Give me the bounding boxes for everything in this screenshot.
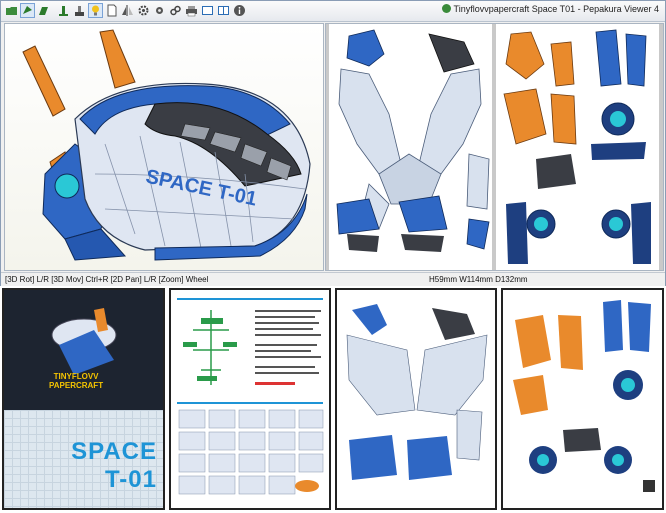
cover-brand: TINYFLOVV PAPERCRAFT: [49, 372, 103, 390]
status-dimensions: H59mm W114mm D132mm: [429, 275, 528, 284]
gear-settings-icon[interactable]: [152, 3, 167, 18]
2d-unfold-pane[interactable]: [325, 23, 664, 271]
cover-brand-line2: PAPERCRAFT: [49, 381, 104, 390]
thumbnail-pattern-sheet-2[interactable]: [501, 288, 664, 510]
pattern-sheet-2: [496, 24, 659, 270]
3d-view-pane[interactable]: SPACE T-01: [4, 23, 324, 271]
cover-brand-line1: TINYFLOVV: [53, 372, 99, 381]
pattern-thumb-2: [513, 300, 655, 492]
info-icon[interactable]: [232, 3, 247, 18]
paint-icon[interactable]: [72, 3, 87, 18]
thumbnail-cover[interactable]: TINYFLOVV PAPERCRAFT SPACE T-01: [2, 288, 165, 510]
cover-title-line1: SPACE: [71, 438, 157, 465]
cover-title-line2: T-01: [104, 466, 157, 493]
spaceship-3d-model[interactable]: SPACE T-01: [5, 24, 323, 270]
thumbnail-instructions[interactable]: [169, 288, 331, 510]
link-icon[interactable]: [168, 3, 183, 18]
pattern-sheet-1: [329, 24, 492, 270]
dual-pane-icon[interactable]: [216, 3, 231, 18]
3d-view-icon[interactable]: [20, 3, 35, 18]
app-window: Tinyflovvpapercraft Space T01 - Pepakura…: [0, 0, 666, 286]
window-title-text: Tinyflovvpapercraft Space T01 - Pepakura…: [453, 4, 659, 14]
thumbnail-pattern-sheet-1[interactable]: [335, 288, 497, 510]
app-icon: [441, 4, 451, 13]
open-folder-icon[interactable]: [4, 3, 19, 18]
fold-icon[interactable]: [56, 3, 71, 18]
window-title: Tinyflovvpapercraft Space T01 - Pepakura…: [441, 4, 659, 14]
status-controls-hint: [3D Rot] L/R [3D Mov] Ctrl+R [2D Pan] L/…: [5, 275, 209, 284]
lightbulb-icon[interactable]: [88, 3, 103, 18]
document-icon[interactable]: [104, 3, 119, 18]
flip-icon[interactable]: [120, 3, 135, 18]
status-bar: [3D Rot] L/R [3D Mov] Ctrl+R [2D Pan] L/…: [1, 272, 665, 286]
single-pane-icon[interactable]: [200, 3, 215, 18]
pattern-thumb-1: [346, 304, 488, 480]
print-icon[interactable]: [184, 3, 199, 18]
instructions-page: [177, 298, 324, 495]
unfold-icon[interactable]: [36, 3, 51, 18]
gear-icon[interactable]: [136, 3, 151, 18]
toolbar: Tinyflovvpapercraft Space T01 - Pepakura…: [1, 1, 665, 22]
